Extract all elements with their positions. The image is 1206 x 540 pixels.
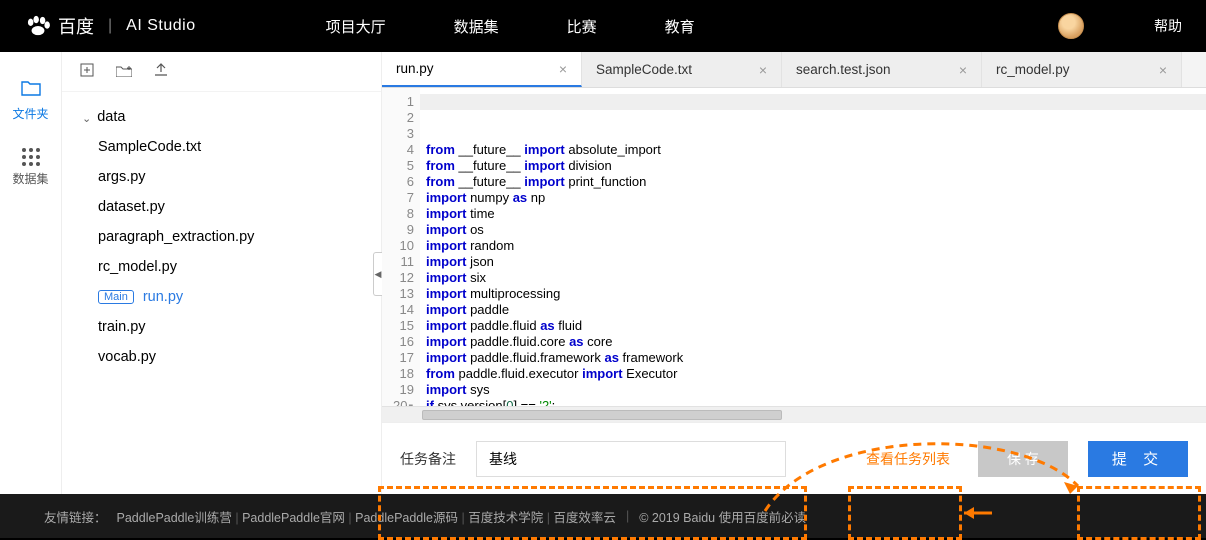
top-nav: 百度 | AI Studio 项目大厅 数据集 比赛 教育 帮助	[0, 0, 1206, 52]
tree-item[interactable]: args.py	[78, 162, 365, 192]
tree-item[interactable]: vocab.py	[78, 342, 365, 372]
editor-tab[interactable]: SampleCode.txt ×	[582, 52, 782, 87]
nav-datasets[interactable]: 数据集	[454, 16, 499, 37]
nav-education[interactable]: 教育	[665, 16, 695, 37]
editor-tab-label: search.test.json	[796, 62, 891, 77]
save-button[interactable]: 保 存	[978, 441, 1068, 477]
rail-dataset-label: 数据集	[0, 170, 61, 187]
close-icon[interactable]: ×	[759, 62, 767, 78]
footer-link[interactable]: PaddlePaddle官网	[242, 511, 345, 525]
tree-root-label: data	[97, 109, 125, 125]
tree-item-label: vocab.py	[98, 349, 156, 365]
tree-item[interactable]: SampleCode.txt	[78, 132, 365, 162]
code-body[interactable]: from __future__ import absolute_importfr…	[420, 88, 1206, 406]
task-note-label: 任务备注	[400, 449, 456, 469]
logo-sub: AI Studio	[126, 17, 195, 35]
main-badge: Main	[98, 290, 134, 304]
editor-tabs: run.py×SampleCode.txt×search.test.json×r…	[382, 52, 1206, 88]
new-file-icon[interactable]	[80, 63, 94, 80]
editor-tab[interactable]: rc_model.py ×	[982, 52, 1182, 87]
baidu-paw-icon	[24, 15, 52, 37]
new-folder-icon[interactable]	[116, 64, 132, 80]
rail-files-label: 文件夹	[0, 105, 61, 122]
main-nav: 项目大厅 数据集 比赛 教育	[326, 16, 695, 37]
editor-panel: ◀ run.py×SampleCode.txt×search.test.json…	[382, 52, 1206, 494]
tree-root[interactable]: ⌃ data	[78, 102, 365, 132]
help-link[interactable]: 帮助	[1154, 16, 1182, 36]
footer-prefix: 友情链接：	[44, 507, 107, 526]
tree-item[interactable]: dataset.py	[78, 192, 365, 222]
footer: 友情链接： PaddlePaddle训练营 | PaddlePaddle官网 |…	[0, 494, 1206, 538]
tree-item-label: rc_model.py	[98, 259, 177, 275]
footer-link[interactable]: PaddlePaddle训练营	[117, 511, 232, 525]
footer-link[interactable]: PaddlePaddle源码	[355, 511, 458, 525]
tree-item-label: train.py	[98, 319, 146, 335]
logo-text: 百度	[58, 13, 94, 39]
nav-projects[interactable]: 项目大厅	[326, 16, 386, 37]
h-scrollbar-thumb[interactable]	[422, 410, 782, 420]
tree-item[interactable]: train.py	[78, 312, 365, 342]
file-panel: ⌃ data SampleCode.txt args.py dataset.py par…	[62, 52, 382, 494]
submit-button[interactable]: 提 交	[1088, 441, 1188, 477]
nav-competition[interactable]: 比赛	[567, 16, 597, 37]
submit-bar: 任务备注 查看任务列表 保 存 提 交	[382, 422, 1206, 494]
file-toolbar	[62, 52, 381, 92]
tree-item[interactable]: paragraph_extraction.py	[78, 222, 365, 252]
grid-dots-icon	[19, 148, 43, 166]
footer-link[interactable]: 百度技术学院	[468, 511, 543, 525]
active-line-highlight	[420, 94, 1206, 110]
footer-copyright: © 2019 Baidu 使用百度前必读	[639, 507, 806, 526]
editor-tab[interactable]: run.py ×	[382, 52, 582, 87]
tree-item[interactable]: rc_model.py	[78, 252, 365, 282]
tree-item-label: run.py	[143, 289, 183, 305]
main: 文件夹 数据集 ⌃ data SampleCode.txt args.py datas…	[0, 52, 1206, 494]
h-scrollbar[interactable]	[382, 406, 1206, 422]
editor-tab-label: SampleCode.txt	[596, 62, 692, 77]
rail-files[interactable]: 文件夹	[0, 80, 61, 122]
line-gutter: 1234567891011121314151617181920⁃21222324	[382, 88, 420, 406]
close-icon[interactable]: ×	[1159, 62, 1167, 78]
close-icon[interactable]: ×	[959, 62, 967, 78]
file-tree: ⌃ data SampleCode.txt args.py dataset.py par…	[62, 92, 381, 382]
avatar[interactable]	[1058, 13, 1084, 39]
rail-dataset[interactable]: 数据集	[0, 148, 61, 187]
left-rail: 文件夹 数据集	[0, 52, 62, 494]
footer-link[interactable]: 百度效率云	[553, 511, 616, 525]
tree-item-label: args.py	[98, 169, 146, 185]
panel-collapse-handle[interactable]: ◀	[373, 252, 382, 296]
editor-tab-label: rc_model.py	[996, 62, 1070, 77]
tree-item[interactable]: Main run.py	[78, 282, 365, 312]
tree-item-label: dataset.py	[98, 199, 165, 215]
task-note-input[interactable]	[476, 441, 786, 477]
tree-item-label: paragraph_extraction.py	[98, 229, 254, 245]
editor-tab-label: run.py	[396, 61, 434, 76]
editor-tab[interactable]: search.test.json ×	[782, 52, 982, 87]
close-icon[interactable]: ×	[559, 61, 567, 77]
chevron-down-icon: ⌃	[82, 111, 91, 124]
view-task-list-link[interactable]: 查看任务列表	[866, 449, 950, 469]
upload-icon[interactable]	[154, 63, 168, 80]
tree-item-label: SampleCode.txt	[98, 139, 201, 155]
logo-sep: |	[108, 17, 112, 35]
logo[interactable]: 百度 | AI Studio	[24, 13, 196, 39]
code-editor[interactable]: 1234567891011121314151617181920⁃21222324…	[382, 88, 1206, 406]
folder-icon	[0, 80, 61, 101]
